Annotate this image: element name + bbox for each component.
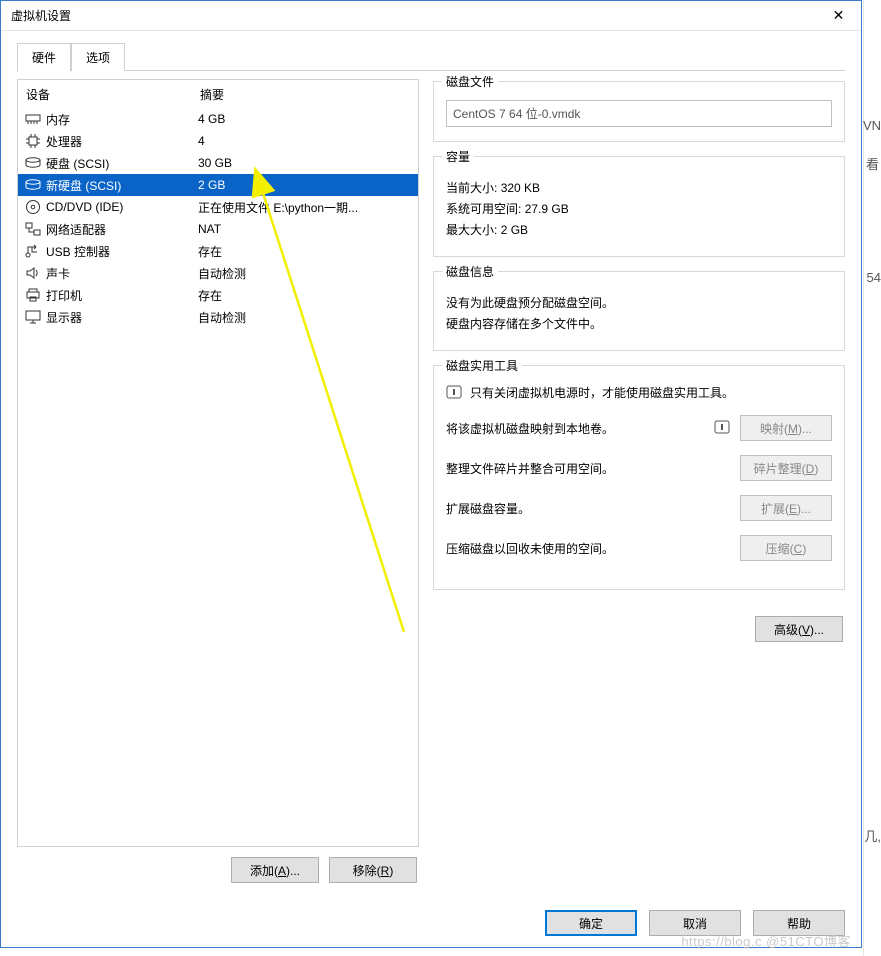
device-value: 正在使用文件 E:\python一期...: [198, 199, 418, 216]
device-label: 显示器: [46, 309, 198, 326]
group-utilities: 磁盘实用工具 只有关闭虚拟机电源时，才能使用磁盘实用工具。 将该虚拟机磁盘映射到…: [433, 365, 845, 590]
capacity-max: 最大大小: 2 GB: [446, 221, 832, 238]
device-value: 自动检测: [198, 265, 418, 282]
legend-utilities: 磁盘实用工具: [442, 357, 522, 374]
device-value: NAT: [198, 222, 418, 236]
device-value: 自动检测: [198, 309, 418, 326]
expand-button: 扩展(E)...: [740, 495, 832, 521]
usb-icon: [24, 243, 42, 259]
cd-icon: [24, 199, 42, 215]
bg-text: 几,: [864, 826, 881, 845]
bg-text: 看: [866, 154, 879, 173]
map-desc: 将该虚拟机磁盘映射到本地卷。: [446, 420, 704, 437]
device-row[interactable]: 内存4 GB: [18, 108, 418, 130]
advanced-row: 高级(V)...: [433, 604, 845, 642]
device-value: 存在: [198, 287, 418, 304]
display-icon: [24, 309, 42, 325]
device-row[interactable]: 显示器自动检测: [18, 306, 418, 328]
ok-button[interactable]: 确定: [545, 910, 637, 936]
device-row[interactable]: USB 控制器存在: [18, 240, 418, 262]
device-value: 2 GB: [198, 178, 418, 192]
advanced-button[interactable]: 高级(V)...: [755, 616, 843, 642]
device-value: 30 GB: [198, 156, 418, 170]
bg-text: VN: [863, 118, 881, 133]
device-row[interactable]: CD/DVD (IDE)正在使用文件 E:\python一期...: [18, 196, 418, 218]
device-list: 设备 摘要 内存4 GB处理器4硬盘 (SCSI)30 GB新硬盘 (SCSI)…: [17, 79, 419, 847]
device-label: 硬盘 (SCSI): [46, 155, 198, 172]
device-label: 内存: [46, 111, 198, 128]
col-device: 设备: [26, 86, 200, 103]
disk-info-line2: 硬盘内容存储在多个文件中。: [446, 315, 832, 332]
sound-icon: [24, 265, 42, 281]
info-icon: [446, 385, 462, 401]
printer-icon: [24, 287, 42, 303]
cpu-icon: [24, 133, 42, 149]
tool-row-map: 将该虚拟机磁盘映射到本地卷。 映射(M)...: [446, 415, 832, 441]
compact-desc: 压缩磁盘以回收未使用的空间。: [446, 540, 730, 557]
disk-icon: [24, 155, 42, 171]
device-value: 存在: [198, 243, 418, 260]
device-row[interactable]: 打印机存在: [18, 284, 418, 306]
group-capacity: 容量 当前大小: 320 KB 系统可用空间: 27.9 GB 最大大小: 2 …: [433, 156, 845, 257]
left-panel: 设备 摘要 内存4 GB处理器4硬盘 (SCSI)30 GB新硬盘 (SCSI)…: [17, 79, 419, 887]
device-row[interactable]: 新硬盘 (SCSI)2 GB: [18, 174, 418, 196]
defrag-desc: 整理文件碎片并整合可用空间。: [446, 460, 730, 477]
utilities-note-text: 只有关闭虚拟机电源时，才能使用磁盘实用工具。: [470, 384, 734, 401]
disk-info-line1: 没有为此硬盘预分配磁盘空间。: [446, 294, 832, 311]
map-button: 映射(M)...: [740, 415, 832, 441]
group-disk-file: 磁盘文件 CentOS 7 64 位-0.vmdk: [433, 81, 845, 142]
content-area: 设备 摘要 内存4 GB处理器4硬盘 (SCSI)30 GB新硬盘 (SCSI)…: [1, 71, 861, 899]
legend-disk-info: 磁盘信息: [442, 263, 498, 280]
compact-button: 压缩(C): [740, 535, 832, 561]
bg-text: 54: [867, 270, 881, 285]
disk-file-value: CentOS 7 64 位-0.vmdk: [446, 100, 832, 127]
tab-underline: [17, 70, 845, 71]
device-value: 4: [198, 134, 418, 148]
device-label: CD/DVD (IDE): [46, 200, 198, 214]
tab-options[interactable]: 选项: [71, 43, 125, 71]
background-window: VN 看 54 几,: [863, 0, 881, 956]
device-row[interactable]: 网络适配器NAT: [18, 218, 418, 240]
tab-row: 硬件 选项: [1, 31, 861, 71]
tool-row-expand: 扩展磁盘容量。 扩展(E)...: [446, 495, 832, 521]
device-label: 处理器: [46, 133, 198, 150]
network-icon: [24, 221, 42, 237]
remove-button[interactable]: 移除(R): [329, 857, 417, 883]
info-icon: [714, 420, 730, 436]
capacity-current: 当前大小: 320 KB: [446, 179, 832, 196]
device-label: USB 控制器: [46, 243, 198, 260]
tab-hardware[interactable]: 硬件: [17, 43, 71, 72]
vm-settings-dialog: 虚拟机设置 ✕ 硬件 选项 设备 摘要 内存4 GB处理器4硬盘 (SCSI)3…: [0, 0, 862, 948]
tool-row-defrag: 整理文件碎片并整合可用空间。 碎片整理(D): [446, 455, 832, 481]
add-button[interactable]: 添加(A)...: [231, 857, 319, 883]
col-summary: 摘要: [200, 86, 418, 103]
device-label: 打印机: [46, 287, 198, 304]
group-disk-info: 磁盘信息 没有为此硬盘预分配磁盘空间。 硬盘内容存储在多个文件中。: [433, 271, 845, 351]
utilities-note: 只有关闭虚拟机电源时，才能使用磁盘实用工具。: [446, 384, 832, 401]
defrag-button: 碎片整理(D): [740, 455, 832, 481]
list-header: 设备 摘要: [18, 80, 418, 108]
legend-disk-file: 磁盘文件: [442, 73, 498, 90]
device-row[interactable]: 硬盘 (SCSI)30 GB: [18, 152, 418, 174]
device-row[interactable]: 声卡自动检测: [18, 262, 418, 284]
device-label: 网络适配器: [46, 221, 198, 238]
disk-icon: [24, 177, 42, 193]
list-rows: 内存4 GB处理器4硬盘 (SCSI)30 GB新硬盘 (SCSI)2 GBCD…: [18, 108, 418, 846]
tool-row-compact: 压缩磁盘以回收未使用的空间。 压缩(C): [446, 535, 832, 561]
legend-capacity: 容量: [442, 148, 474, 165]
watermark: https://blog.c @51CTO博客: [681, 931, 851, 950]
left-buttons: 添加(A)... 移除(R): [17, 847, 419, 887]
expand-desc: 扩展磁盘容量。: [446, 500, 730, 517]
device-label: 新硬盘 (SCSI): [46, 177, 198, 194]
close-button[interactable]: ✕: [816, 1, 861, 31]
titlebar: 虚拟机设置 ✕: [1, 1, 861, 31]
memory-icon: [24, 111, 42, 127]
device-value: 4 GB: [198, 112, 418, 126]
right-panel: 磁盘文件 CentOS 7 64 位-0.vmdk 容量 当前大小: 320 K…: [433, 79, 845, 887]
device-label: 声卡: [46, 265, 198, 282]
window-title: 虚拟机设置: [11, 7, 816, 24]
capacity-free: 系统可用空间: 27.9 GB: [446, 200, 832, 217]
device-row[interactable]: 处理器4: [18, 130, 418, 152]
